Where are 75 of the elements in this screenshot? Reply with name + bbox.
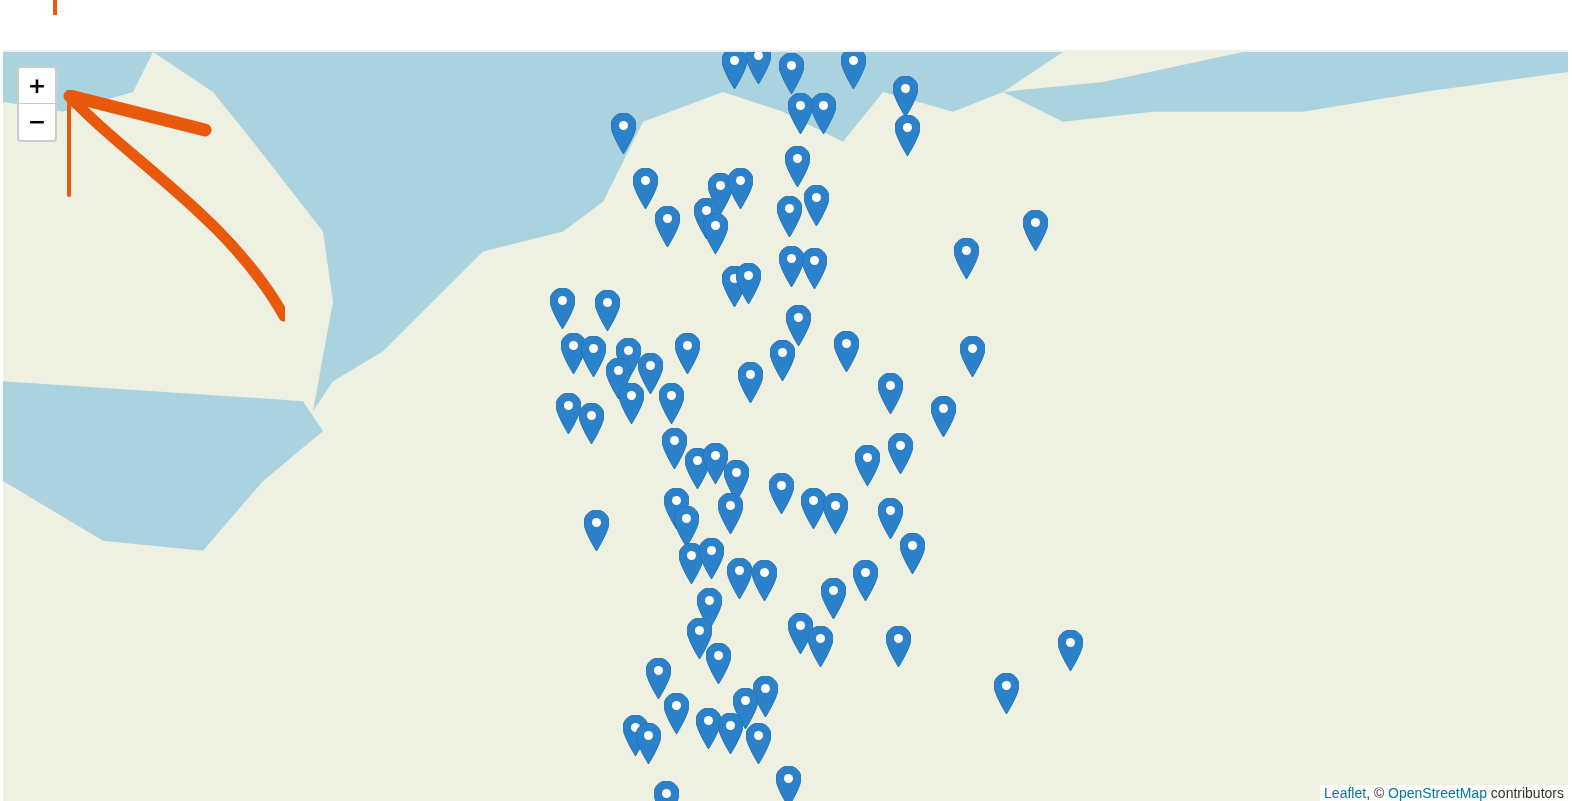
- map-marker-icon[interactable]: [787, 92, 813, 134]
- map-marker-icon[interactable]: [959, 335, 985, 377]
- map-marker-icon[interactable]: [735, 262, 761, 304]
- map-marker-icon[interactable]: [705, 642, 731, 684]
- map-marker-icon[interactable]: [776, 195, 802, 237]
- map-marker-icon[interactable]: [820, 577, 846, 619]
- map-marker-icon[interactable]: [810, 92, 836, 134]
- map-marker-icon[interactable]: [1022, 209, 1048, 251]
- map-marker-icon[interactable]: [632, 167, 658, 209]
- map-marker-icon[interactable]: [993, 672, 1019, 714]
- map-marker-icon[interactable]: [610, 112, 636, 154]
- map-marker-icon[interactable]: [702, 212, 728, 254]
- map-marker-icon[interactable]: [578, 402, 604, 444]
- map-marker-icon[interactable]: [887, 432, 913, 474]
- map-marker-icon[interactable]: [800, 487, 826, 529]
- map-marker-icon[interactable]: [594, 289, 620, 331]
- map-marker-icon[interactable]: [549, 287, 575, 329]
- map-marker-icon[interactable]: [726, 557, 752, 599]
- map-marker-icon[interactable]: [673, 505, 699, 547]
- map-marker-icon[interactable]: [661, 427, 687, 469]
- map-marker-icon[interactable]: [953, 237, 979, 279]
- map-marker-icon[interactable]: [785, 304, 811, 346]
- map-marker-icon[interactable]: [840, 51, 866, 89]
- map-marker-icon[interactable]: [732, 687, 758, 729]
- map-marker-icon[interactable]: [892, 75, 918, 117]
- map-marker-icon[interactable]: [877, 372, 903, 414]
- map-marker-icon[interactable]: [1057, 629, 1083, 671]
- map-marker-icon[interactable]: [555, 392, 581, 434]
- map-marker-icon[interactable]: [717, 492, 743, 534]
- map-marker-icon[interactable]: [833, 330, 859, 372]
- map-marker-icon[interactable]: [769, 339, 795, 381]
- map-marker-icon[interactable]: [745, 722, 771, 764]
- map-marker-icon[interactable]: [717, 712, 743, 754]
- tick-mark-icon: [53, 0, 57, 15]
- map-marker-icon[interactable]: [635, 722, 661, 764]
- map-marker-icon[interactable]: [637, 352, 663, 394]
- map-marker-icon[interactable]: [583, 509, 609, 551]
- map-marker-icon[interactable]: [695, 707, 721, 749]
- map-marker-icon[interactable]: [854, 444, 880, 486]
- map-marker-icon[interactable]: [678, 542, 704, 584]
- map-marker-icon[interactable]: [751, 559, 777, 601]
- map-marker-icon[interactable]: [784, 145, 810, 187]
- map-marker-icon[interactable]: [894, 114, 920, 156]
- map-marker-icon[interactable]: [663, 692, 689, 734]
- map-marker-icon[interactable]: [645, 657, 671, 699]
- map-marker-icon[interactable]: [787, 612, 813, 654]
- map-marker-icon[interactable]: [778, 52, 804, 94]
- map-marker-icon[interactable]: [580, 335, 606, 377]
- map-marker-icon[interactable]: [801, 247, 827, 289]
- map-marker-icon[interactable]: [674, 332, 700, 374]
- map-marker-icon[interactable]: [658, 382, 684, 424]
- map-marker-icon[interactable]: [618, 382, 644, 424]
- map-marker-icon[interactable]: [727, 167, 753, 209]
- map-marker-icon[interactable]: [737, 361, 763, 403]
- map-marker-icon[interactable]: [654, 205, 680, 247]
- map-marker-icon[interactable]: [752, 675, 778, 717]
- map-marker-icon[interactable]: [768, 472, 794, 514]
- map-marker-icon[interactable]: [775, 765, 801, 801]
- map-marker-icon[interactable]: [605, 357, 631, 399]
- map-marker-icon[interactable]: [745, 51, 771, 84]
- map-marker-icon[interactable]: [930, 395, 956, 437]
- attribution-text: Leaflet, © OpenStreetMap contributors: [1320, 785, 1568, 801]
- map-marker-icon[interactable]: [803, 184, 829, 226]
- map-marker-icon[interactable]: [899, 532, 925, 574]
- map-marker-icon[interactable]: [698, 537, 724, 579]
- map-marker-icon[interactable]: [702, 442, 728, 484]
- map-marker-icon[interactable]: [778, 245, 804, 287]
- map-marker-icon[interactable]: [822, 492, 848, 534]
- map-marker-icon[interactable]: [877, 497, 903, 539]
- map-marker-icon[interactable]: [852, 559, 878, 601]
- map-marker-icon[interactable]: [721, 51, 747, 89]
- map-marker-icon[interactable]: [807, 625, 833, 667]
- map-marker-icon[interactable]: [686, 617, 712, 659]
- map-marker-icon[interactable]: [885, 625, 911, 667]
- openstreetmap-link[interactable]: OpenStreetMap: [1388, 785, 1487, 801]
